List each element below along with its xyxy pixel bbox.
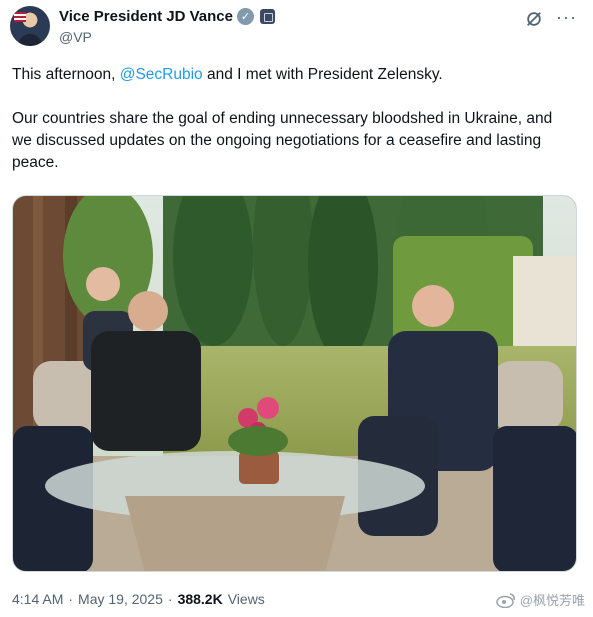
government-badge-icon[interactable] [260,9,275,24]
flag-icon [14,12,26,22]
name-row: Vice President JD Vance ✓ [59,8,275,25]
separator: · [167,591,173,607]
more-icon[interactable]: ··· [556,8,577,26]
text-segment: and I met with President Zelensky. [202,66,443,83]
weibo-icon [496,592,515,608]
tweet-time[interactable]: 4:14 AM [12,591,63,607]
verified-badge-icon[interactable]: ✓ [237,8,254,25]
mention-link[interactable]: @SecRubio [120,66,203,83]
watermark-text: @枫悦芳唯 [519,593,585,608]
watermark: @枫悦芳唯 [496,590,585,609]
tweet-photo[interactable] [12,195,577,572]
photo-illustration [13,196,576,571]
avatar-figure [18,34,42,46]
views-count: 388.2K [177,591,223,607]
grok-icon[interactable] [525,10,543,28]
tweet-paragraph-2: Our countries share the goal of ending u… [12,110,553,171]
display-name[interactable]: Vice President JD Vance [59,8,233,25]
tweet-header: Vice President JD Vance ✓ @VP ··· [10,6,583,50]
tweet-meta: 4:14 AM · May 19, 2025 · 388.2K Views [12,591,265,607]
tweet-text: This afternoon, @SecRubio and I met with… [12,64,572,196]
text-segment: This afternoon, [12,66,120,83]
tweet-date[interactable]: May 19, 2025 [78,591,163,607]
avatar[interactable] [10,6,50,46]
tweet-paragraph-1: This afternoon, @SecRubio and I met with… [12,64,572,86]
user-handle[interactable]: @VP [59,29,92,45]
separator: · [68,591,74,607]
views-label: Views [227,591,265,607]
